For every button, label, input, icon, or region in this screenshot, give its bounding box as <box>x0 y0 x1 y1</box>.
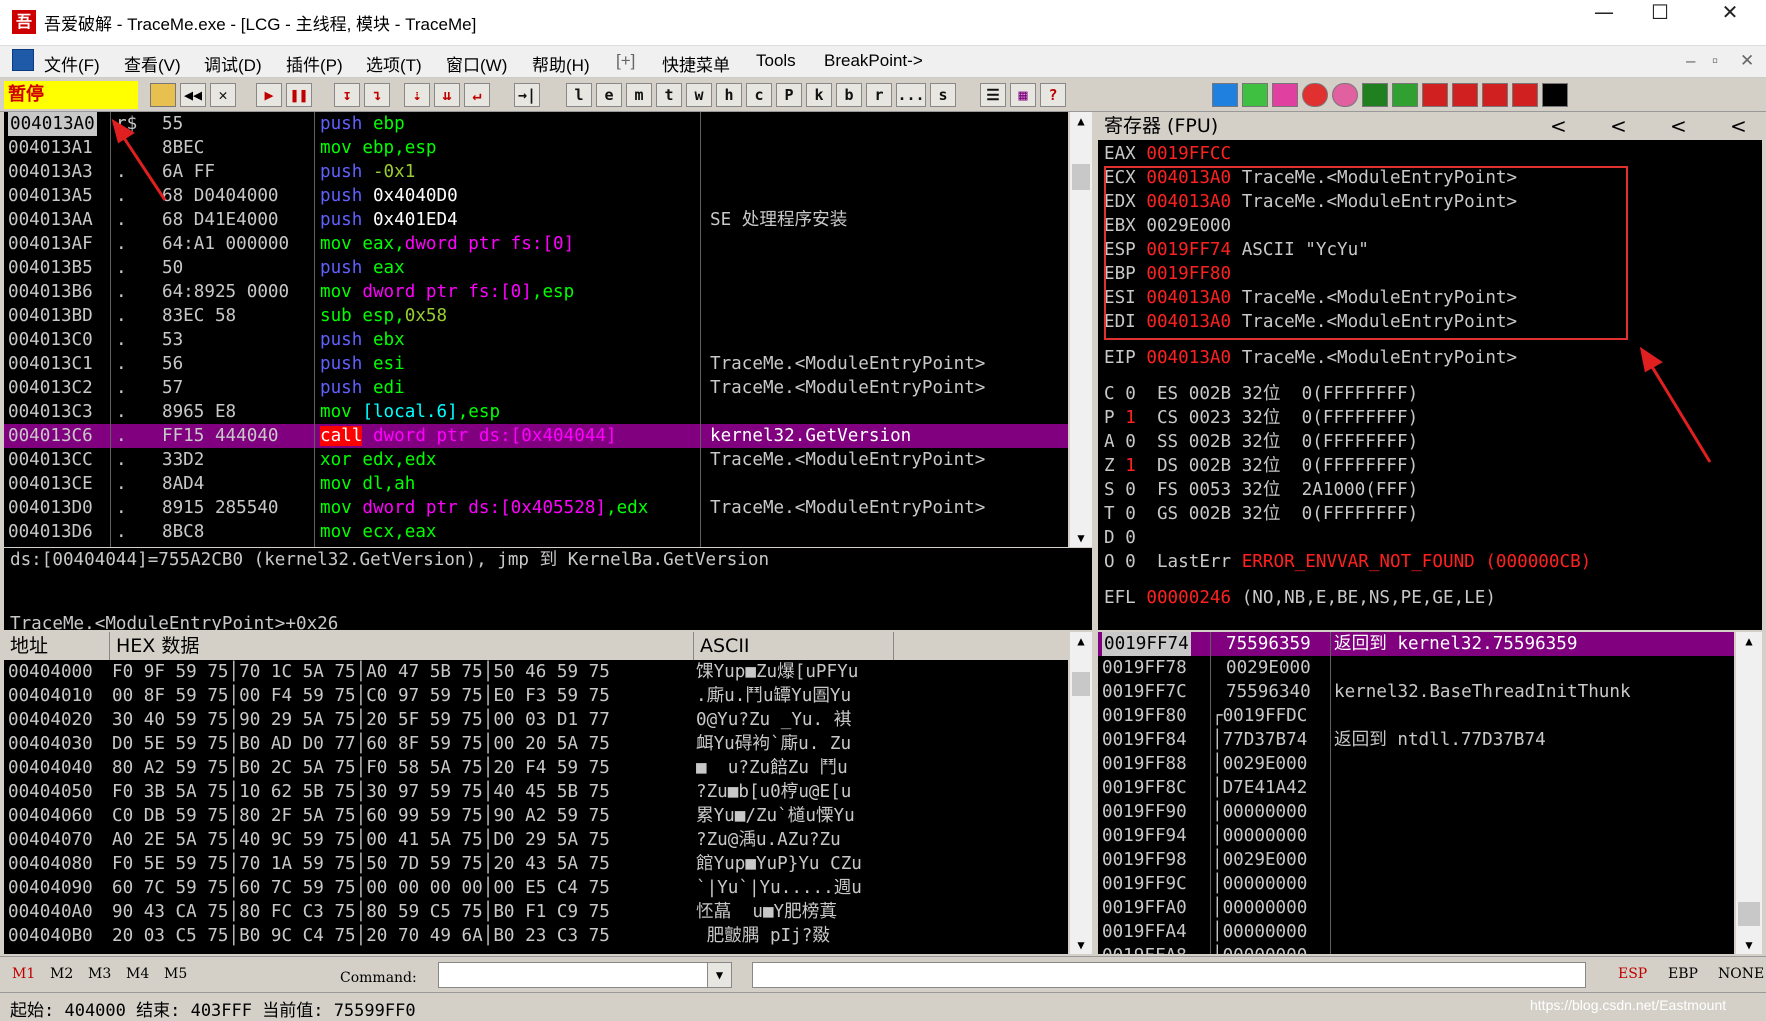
annotation-arrows <box>111 118 1712 463</box>
